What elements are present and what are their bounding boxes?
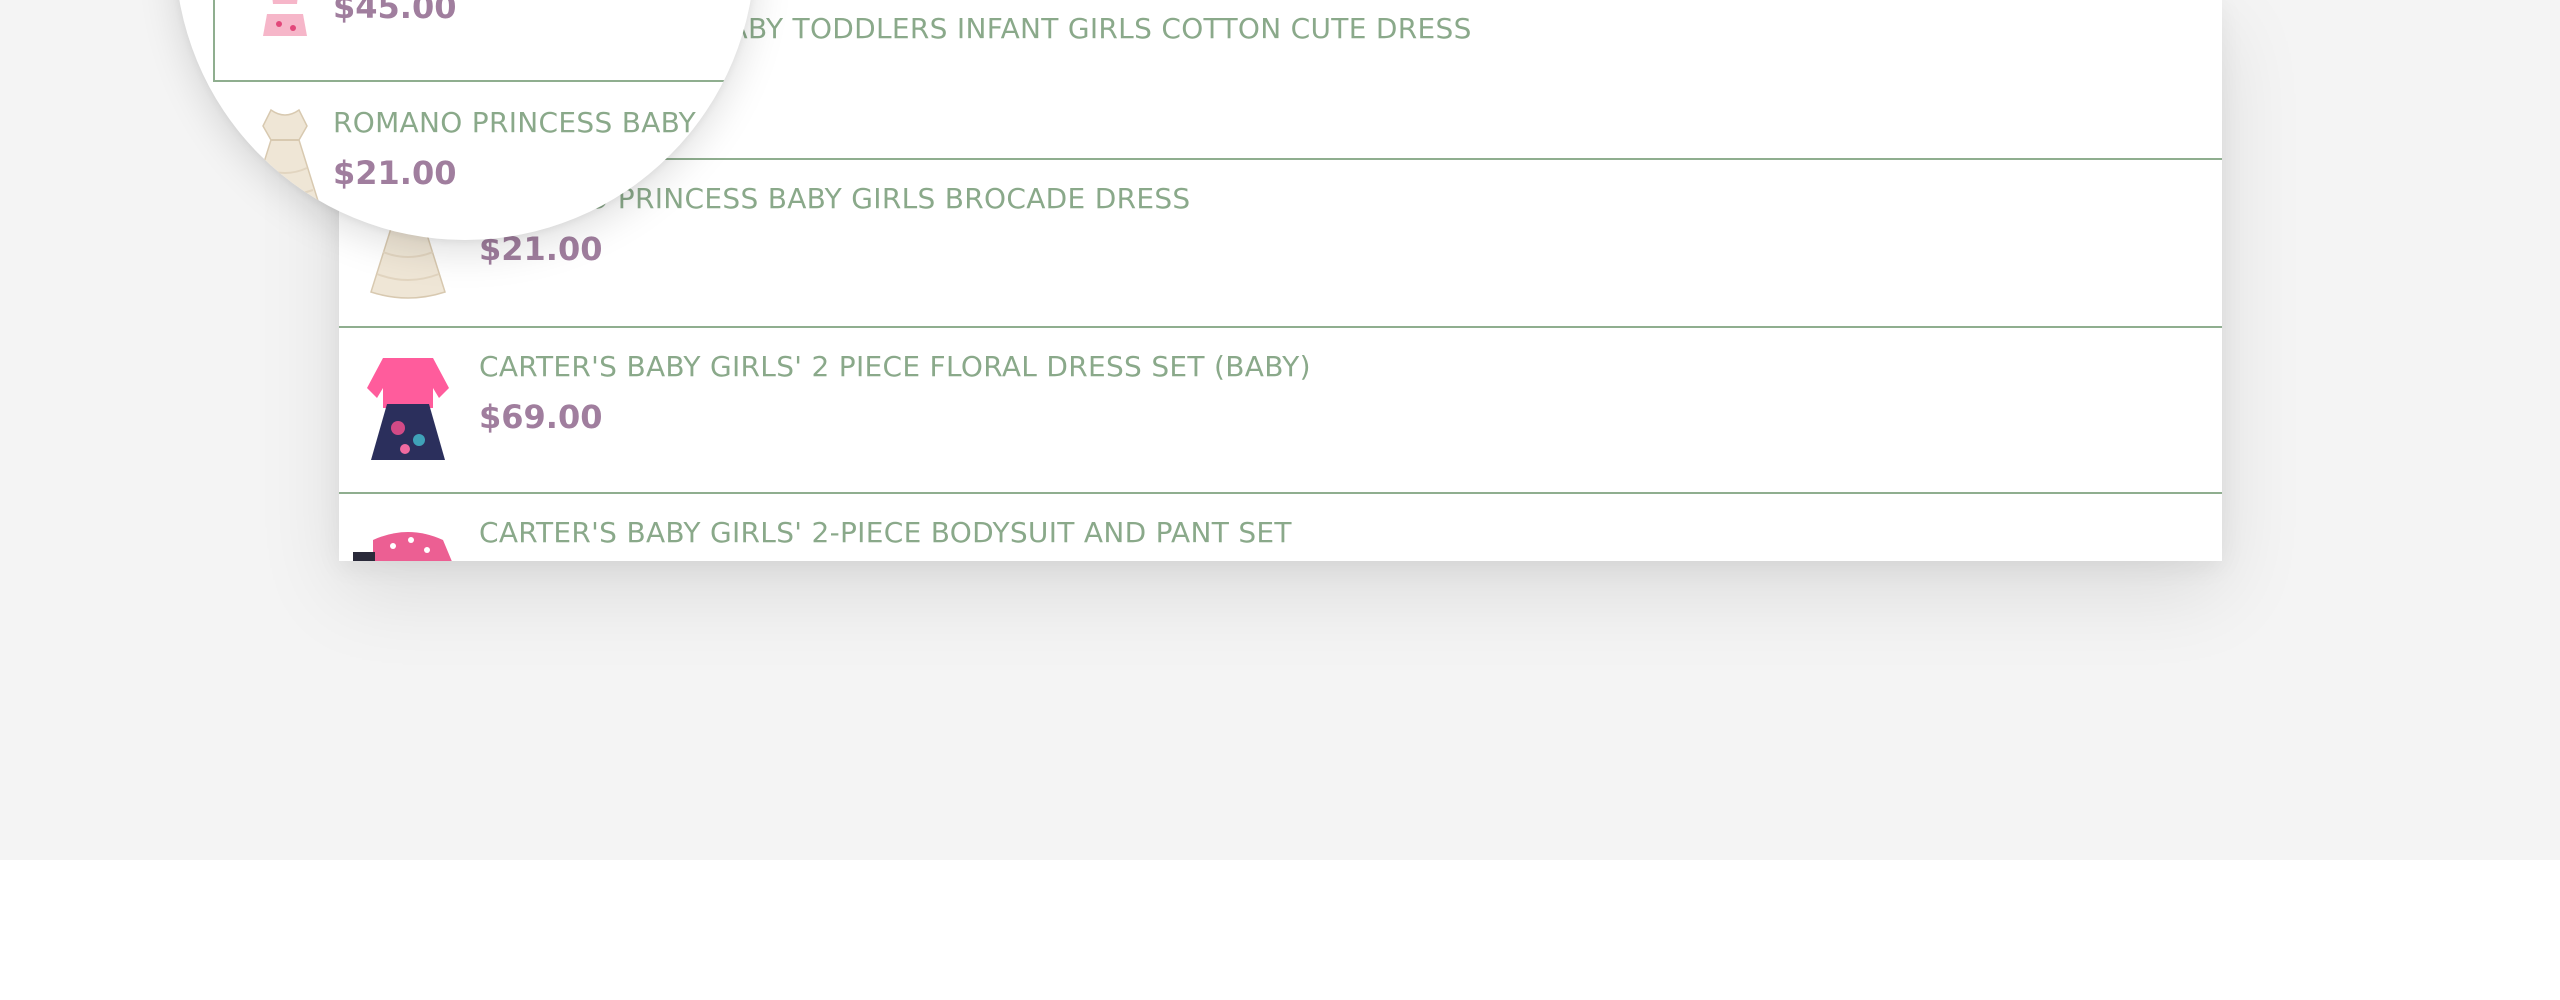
- result-item[interactable]: CARTER'S BABY GIRLS' 2-PIECE BODYSUIT AN…: [339, 492, 2222, 561]
- lens-divider: [213, 0, 215, 80]
- magnified-result-item[interactable]: ROMANO PRINCESS BABY G $21.00: [213, 80, 755, 240]
- magnifier-lens: $45.00 ROMANO PRINCESS BABY G $21.00: [175, 0, 755, 240]
- result-item[interactable]: CARTER'S BABY GIRLS' 2 PIECE FLORAL DRES…: [339, 326, 2222, 492]
- magnified-result-title[interactable]: ROMANO PRINCESS BABY G: [333, 106, 727, 139]
- magnified-result-item[interactable]: $45.00: [213, 0, 755, 80]
- result-price: $69.00: [479, 398, 603, 436]
- brocade-dress-thumbnail-icon: [250, 108, 320, 211]
- result-title[interactable]: CARTER'S BABY GIRLS' 2-PIECE BODYSUIT AN…: [479, 516, 1292, 549]
- dress-set-thumbnail-icon: [367, 358, 449, 460]
- bodysuit-set-thumbnail-icon: [353, 532, 452, 561]
- result-title[interactable]: BABY TODDLERS INFANT GIRLS COTTON CUTE D…: [709, 12, 1472, 45]
- magnified-result-price: $21.00: [333, 154, 457, 192]
- magnified-result-price: $45.00: [333, 0, 457, 26]
- result-title[interactable]: CARTER'S BABY GIRLS' 2 PIECE FLORAL DRES…: [479, 350, 1311, 383]
- floral-outfit-thumbnail-icon: [263, 0, 307, 36]
